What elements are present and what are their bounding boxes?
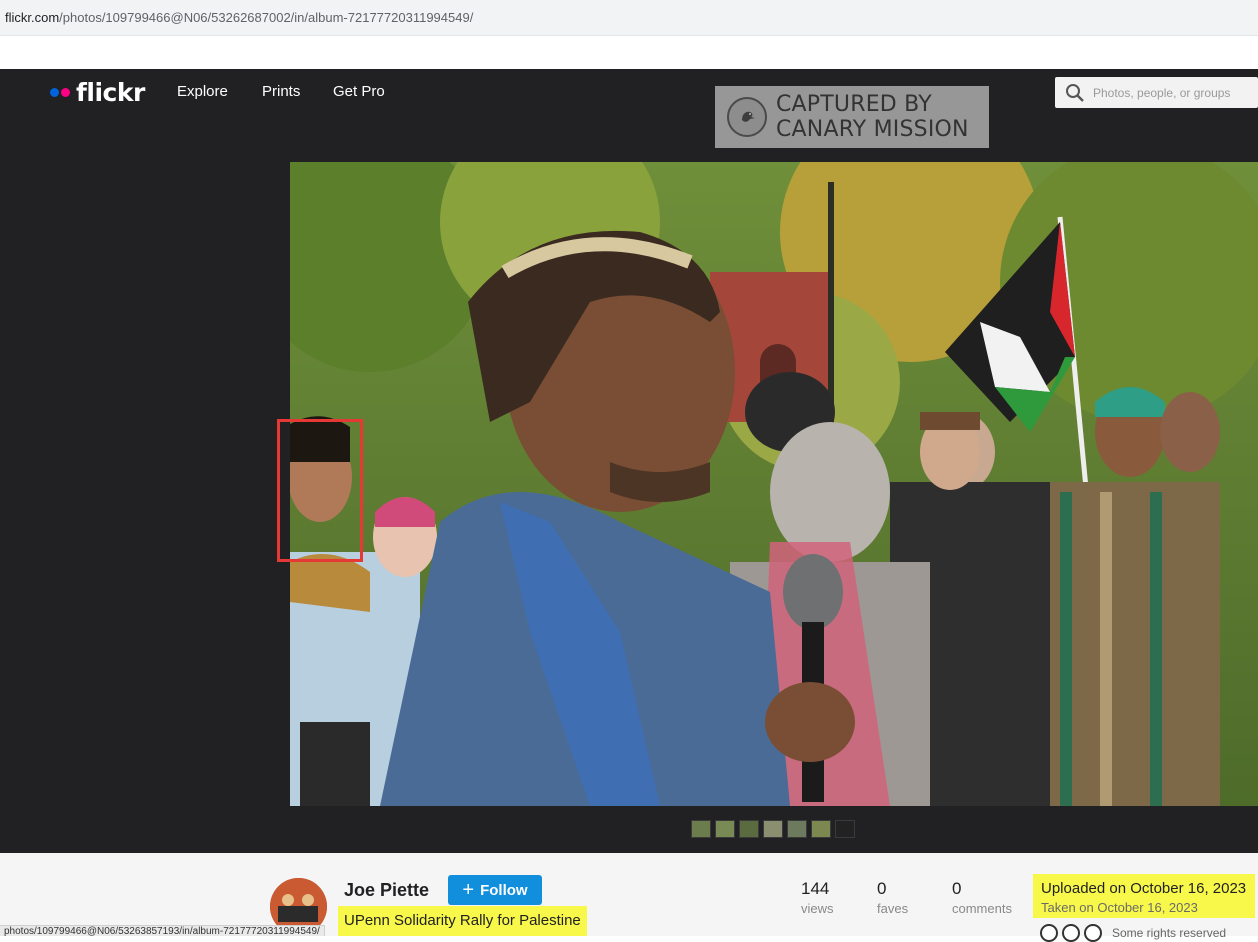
logo-pink-dot	[61, 87, 70, 97]
comments-label: comments	[952, 901, 1012, 916]
url-host: flickr.com	[5, 10, 60, 25]
rights-text[interactable]: Some rights reserved	[1112, 926, 1226, 940]
browser-gap	[0, 36, 1258, 69]
thumbnail[interactable]	[715, 820, 735, 838]
thumbnail[interactable]	[691, 820, 711, 838]
main-photo[interactable]	[290, 162, 1258, 806]
nav-explore[interactable]: Explore	[177, 83, 228, 100]
url-path: /photos/109799466@N06/53262687002/in/alb…	[59, 10, 474, 25]
cc-sharealike-icon	[1084, 924, 1102, 942]
rally-photo-illustration	[290, 162, 1258, 806]
faves-count: 0	[877, 879, 887, 898]
date-info: Uploaded on October 16, 2023 Taken on Oc…	[1033, 874, 1255, 918]
thumbnail-strip	[691, 820, 859, 838]
photo-title: UPenn Solidarity Rally for Palestine	[338, 906, 587, 936]
face-highlight-box	[277, 419, 363, 562]
thumbnail[interactable]	[811, 820, 831, 838]
photo-info-bar: Joe Piette + Follow UPenn Solidarity Ral…	[0, 853, 1258, 942]
logo-text: flickr	[76, 77, 145, 107]
photo-stage	[0, 115, 1258, 853]
canary-mission-watermark: CAPTURED BY CANARY MISSION	[715, 86, 989, 148]
top-navigation: flickr Explore Prints Get Pro Photos, pe…	[0, 69, 1258, 115]
views-count: 144	[801, 879, 830, 898]
license-info[interactable]: Some rights reserved	[1040, 924, 1226, 942]
follow-button[interactable]: + Follow	[448, 875, 542, 905]
follow-label: Follow	[480, 881, 528, 899]
cc-attribution-icon	[1040, 924, 1058, 942]
logo-blue-dot	[50, 87, 59, 97]
faves-label: faves	[877, 901, 909, 916]
taken-date[interactable]: Taken on October 16, 2023	[1041, 900, 1198, 915]
thumbnail[interactable]	[835, 820, 855, 838]
cc-noncommercial-icon	[1062, 924, 1080, 942]
flickr-logo[interactable]: flickr	[50, 77, 145, 107]
comments-stat: 0 comments	[952, 879, 1012, 916]
search-icon[interactable]	[1065, 83, 1085, 103]
nav-get-pro[interactable]: Get Pro	[333, 83, 385, 100]
comments-count: 0	[952, 879, 962, 898]
status-bar-url: photos/109799466@N06/53263857193/in/albu…	[0, 925, 325, 936]
nav-prints[interactable]: Prints	[262, 83, 300, 100]
faves-stat: 0 faves	[877, 879, 908, 916]
thumbnail[interactable]	[739, 820, 759, 838]
views-stat: 144 views	[801, 879, 834, 916]
uploaded-date: Uploaded on October 16, 2023	[1041, 880, 1247, 897]
address-bar[interactable]: flickr.com/photos/109799466@N06/53262687…	[0, 0, 1258, 36]
views-label: views	[801, 901, 834, 916]
search-placeholder: Photos, people, or groups	[1093, 86, 1231, 100]
watermark-line-1: CAPTURED BY	[776, 92, 932, 117]
canary-bird-icon	[727, 97, 767, 137]
search-box[interactable]: Photos, people, or groups	[1055, 77, 1258, 108]
thumbnail[interactable]	[787, 820, 807, 838]
plus-icon: +	[462, 878, 475, 901]
url-text[interactable]: flickr.com/photos/109799466@N06/53262687…	[5, 10, 473, 25]
watermark-line-2: CANARY MISSION	[776, 117, 969, 142]
thumbnail[interactable]	[763, 820, 783, 838]
owner-name[interactable]: Joe Piette	[344, 880, 429, 901]
